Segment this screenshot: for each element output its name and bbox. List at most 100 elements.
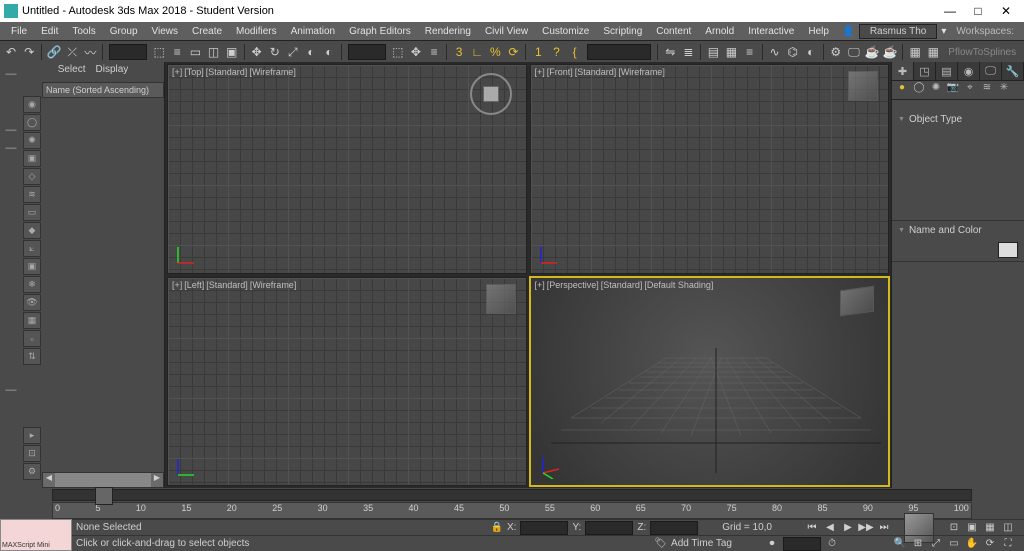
- cmd-tab-motion[interactable]: ◉: [958, 62, 980, 80]
- viewcube-perspective[interactable]: [840, 285, 874, 316]
- add-time-tag[interactable]: Add Time Tag: [671, 538, 732, 549]
- filter-hidden-icon[interactable]: 👁: [23, 294, 41, 311]
- viewcube-top[interactable]: [470, 73, 512, 115]
- configure-icon[interactable]: ⚙: [23, 463, 41, 480]
- curve-editor-button[interactable]: ∿: [767, 43, 783, 61]
- display-children-icon[interactable]: ▸: [23, 427, 41, 444]
- select-by-name-button[interactable]: ≡: [169, 43, 185, 61]
- render-prod-button[interactable]: ☕: [882, 43, 898, 61]
- unlink-button[interactable]: ⤫: [64, 43, 80, 61]
- toggle-layer-button[interactable]: ▤: [705, 43, 721, 61]
- time-ruler[interactable]: 0 5 10 15 20 25 30 35 40 45 50 55 60 65 …: [52, 502, 972, 519]
- sel-lock-button[interactable]: ▣: [964, 521, 980, 535]
- refcoord-button[interactable]: ◐: [303, 43, 319, 61]
- scroll-left-icon[interactable]: ◀: [43, 473, 55, 487]
- key-mode-button[interactable]: ⏺: [764, 537, 780, 551]
- select-manip-button[interactable]: ✥: [408, 43, 424, 61]
- menu-scripting[interactable]: Scripting: [596, 26, 649, 37]
- viewcube-front[interactable]: [848, 71, 878, 101]
- menu-civil-view[interactable]: Civil View: [478, 26, 535, 37]
- menu-modifiers[interactable]: Modifiers: [229, 26, 284, 37]
- menu-tools[interactable]: Tools: [65, 26, 102, 37]
- menu-animation[interactable]: Animation: [284, 26, 342, 37]
- orbit-button[interactable]: ⟳: [982, 537, 998, 551]
- menu-content[interactable]: Content: [649, 26, 698, 37]
- rail-marker-3[interactable]: —: [4, 142, 18, 156]
- filter-geom-icon[interactable]: ◉: [23, 96, 41, 113]
- cmd-tab-modify[interactable]: ◳: [914, 62, 936, 80]
- select-region-button[interactable]: ▭: [187, 43, 203, 61]
- zoom-button[interactable]: 🔍: [892, 537, 908, 551]
- filter-invert-icon[interactable]: ⇅: [23, 348, 41, 365]
- menu-interactive[interactable]: Interactive: [741, 26, 801, 37]
- menu-group[interactable]: Group: [103, 26, 145, 37]
- zoom-region-button[interactable]: ▭: [946, 537, 962, 551]
- minimize-button[interactable]: —: [936, 2, 964, 20]
- select-object-button[interactable]: ⬚: [151, 43, 167, 61]
- ribbon-tab-label[interactable]: PflowToSplines: [942, 47, 1022, 58]
- current-frame-field[interactable]: [783, 537, 821, 551]
- render-frame-button[interactable]: 🖵: [846, 43, 862, 61]
- play-button[interactable]: ▶: [840, 521, 856, 535]
- menu-help[interactable]: Help: [801, 26, 836, 37]
- align-button[interactable]: ≣: [680, 43, 696, 61]
- viewport-left[interactable]: [+][Left][Standard][Wireframe]: [167, 277, 527, 487]
- user-account[interactable]: Rasmus Tho: [859, 24, 938, 39]
- goto-start-button[interactable]: ⏮: [804, 521, 820, 535]
- cmd-tab-display[interactable]: 🖵: [980, 62, 1002, 80]
- rotate-button[interactable]: ↻: [267, 43, 283, 61]
- scroll-right-icon[interactable]: ▶: [151, 473, 163, 487]
- snap-3-icon[interactable]: 3: [451, 43, 467, 61]
- coord-y-field[interactable]: [585, 521, 633, 535]
- viewport-perspective-label[interactable]: [+][Perspective][Standard][Default Shadi…: [535, 280, 716, 290]
- goto-end-button[interactable]: ⏭: [876, 521, 892, 535]
- scale-button[interactable]: ⤢: [285, 43, 301, 61]
- spinner-snap-button[interactable]: ⟳: [505, 43, 521, 61]
- tab-display[interactable]: Display: [96, 64, 129, 80]
- menu-create[interactable]: Create: [185, 26, 229, 37]
- scene-explorer-column-name[interactable]: Name (Sorted Ascending): [42, 82, 164, 98]
- coord-z-field[interactable]: [650, 521, 698, 535]
- pivot-button[interactable]: ◐: [321, 43, 337, 61]
- viewport-top-label[interactable]: [+][Top][Standard][Wireframe]: [172, 67, 298, 77]
- use-center-button[interactable]: ⬚: [390, 43, 406, 61]
- lock-selection-icon[interactable]: 🔒: [491, 522, 503, 533]
- pan-button[interactable]: ✋: [964, 537, 980, 551]
- display-influences-icon[interactable]: ⊡: [23, 445, 41, 462]
- minmax-viewport-button[interactable]: ⛶: [1000, 537, 1016, 551]
- user-dropdown-icon[interactable]: ▾: [937, 26, 950, 37]
- cmd-tab-utilities[interactable]: 🔧: [1002, 62, 1024, 80]
- crossing-button[interactable]: ▣: [224, 43, 240, 61]
- window-crossing-button[interactable]: ◫: [205, 43, 221, 61]
- maxscript-listener[interactable]: MAXScript Mini: [0, 519, 72, 551]
- filter-none-icon[interactable]: ▫: [23, 330, 41, 347]
- menu-graph-editors[interactable]: Graph Editors: [342, 26, 418, 37]
- selection-filter-dropdown[interactable]: [109, 44, 147, 60]
- bind-spacewarp-button[interactable]: 〰: [82, 43, 98, 61]
- named-selection-dropdown[interactable]: [587, 44, 652, 60]
- filter-space-icon[interactable]: ≋: [23, 186, 41, 203]
- workspaces-label[interactable]: Workspaces:: [950, 26, 1020, 37]
- filter-xref-icon[interactable]: ◆: [23, 222, 41, 239]
- render-setup-button[interactable]: ⚙: [828, 43, 844, 61]
- scene-explorer-list[interactable]: [42, 98, 164, 472]
- viewport-left-label[interactable]: [+][Left][Standard][Wireframe]: [172, 280, 298, 290]
- menu-views[interactable]: Views: [145, 26, 186, 37]
- isolate-button[interactable]: ⊡: [946, 521, 962, 535]
- time-slider[interactable]: [52, 489, 972, 501]
- named-sel-1-button[interactable]: 1: [530, 43, 546, 61]
- zoom-extents-button[interactable]: ⤢: [928, 537, 944, 551]
- create-shapes-icon[interactable]: ◯: [912, 82, 926, 95]
- tab-select[interactable]: Select: [58, 64, 86, 80]
- mirror-button[interactable]: ⇋: [662, 43, 678, 61]
- menu-rendering[interactable]: Rendering: [418, 26, 478, 37]
- undo-button[interactable]: ↶: [3, 43, 19, 61]
- extra-tool-2[interactable]: ▦: [925, 43, 941, 61]
- xform-type-button[interactable]: ▦: [982, 521, 998, 535]
- create-helpers-icon[interactable]: ⌖: [963, 82, 977, 95]
- move-button[interactable]: ✥: [249, 43, 265, 61]
- rollout-object-type[interactable]: ▼Object Type: [892, 110, 1024, 128]
- schematic-view-button[interactable]: ⌬: [785, 43, 801, 61]
- coord-x-field[interactable]: [520, 521, 568, 535]
- filter-helper-icon[interactable]: ◇: [23, 168, 41, 185]
